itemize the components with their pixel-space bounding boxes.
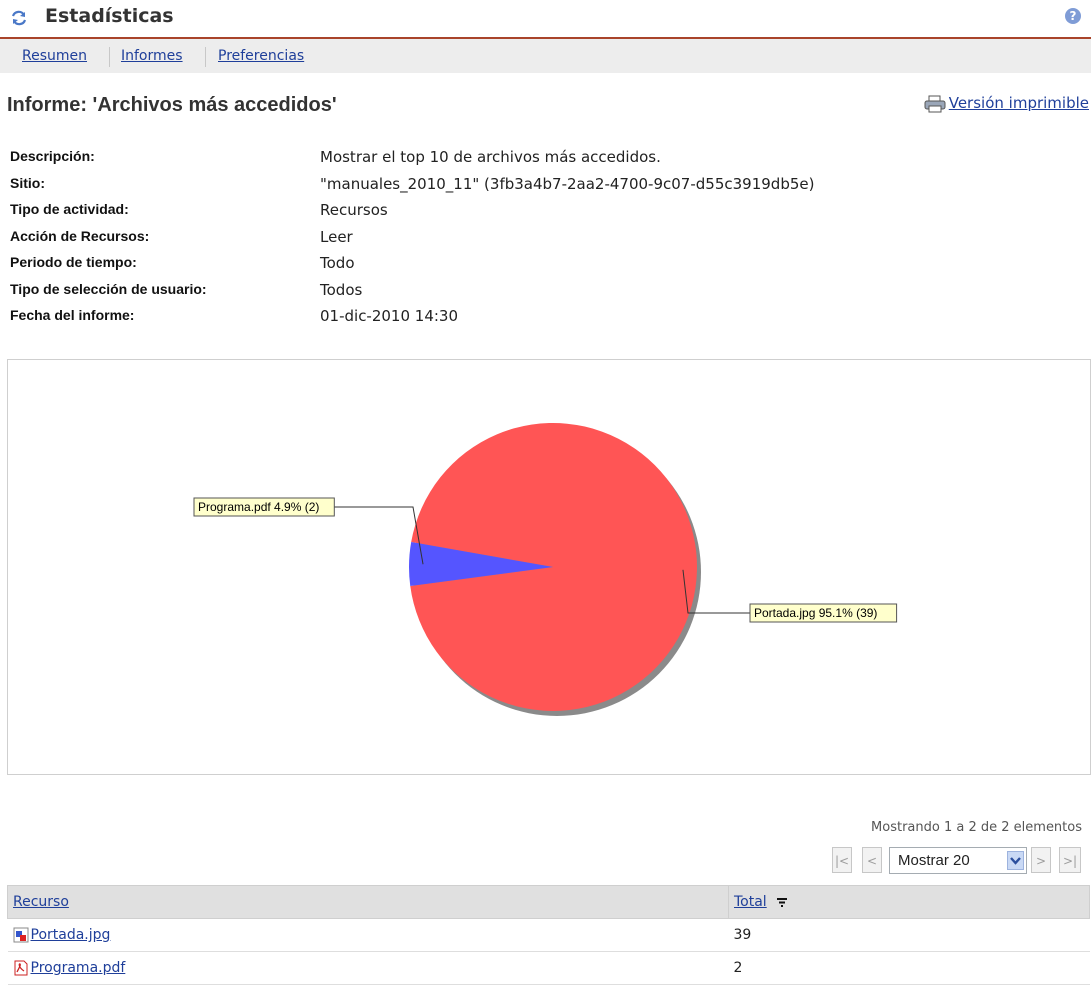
resource-link[interactable]: Portada.jpg <box>31 927 111 943</box>
sort-by-recurso-link[interactable]: Recurso <box>13 894 69 910</box>
detail-value: "manuales_2010_11" (3fb3a4b7-2aa2-4700-9… <box>320 174 815 193</box>
detail-label: Tipo de selección de usuario: <box>10 280 207 297</box>
resource-cell: Programa.pdf <box>7 951 729 985</box>
nav-divider <box>109 47 110 67</box>
page-title: Estadísticas <box>45 5 174 27</box>
detail-value: Leer <box>320 227 353 246</box>
pie-chart-panel: Portada.jpg 95.1% (39) Programa.pdf 4.9% … <box>7 359 1091 775</box>
resource-link[interactable]: Programa.pdf <box>31 960 126 976</box>
table-row: Portada.jpg 39 <box>7 918 1090 952</box>
print-version-link[interactable]: Versión imprimible <box>924 94 1089 113</box>
title-bar: Estadísticas ? <box>0 0 1091 39</box>
table-row: Programa.pdf 2 <box>7 951 1090 985</box>
total-cell: 39 <box>728 918 1090 952</box>
resource-cell: Portada.jpg <box>7 918 729 952</box>
tool-nav: Resumen Informes Preferencias <box>0 39 1091 73</box>
nav-divider <box>205 47 206 67</box>
detail-label: Acción de Recursos: <box>10 227 150 244</box>
last-page-button[interactable]: >| <box>1059 847 1081 873</box>
nav-informes[interactable]: Informes <box>121 48 183 64</box>
detail-row: Sitio: "manuales_2010_11" (3fb3a4b7-2aa2… <box>10 175 1090 202</box>
help-icon[interactable]: ? <box>1065 8 1081 24</box>
detail-row: Tipo de actividad: Recursos <box>10 201 1090 228</box>
resources-table: Recurso Total Portada.jpg 39 Programa.pd… <box>7 885 1090 985</box>
detail-label: Fecha del informe: <box>10 307 135 323</box>
first-page-button[interactable]: |< <box>832 847 852 873</box>
refresh-icon[interactable] <box>10 9 28 27</box>
sort-descending-icon <box>777 898 788 907</box>
total-cell: 2 <box>728 951 1090 985</box>
table-header-row: Recurso Total <box>7 885 1090 919</box>
column-header-recurso[interactable]: Recurso <box>7 885 729 919</box>
page-size-value: Mostrar 20 <box>898 852 970 869</box>
detail-label: Tipo de actividad: <box>10 201 129 217</box>
sort-by-total-link[interactable]: Total <box>734 894 767 910</box>
detail-value: Todo <box>320 254 355 272</box>
page-size-select[interactable]: Mostrar 20 <box>889 847 1027 874</box>
detail-value: Mostrar el top 10 de archivos más accedi… <box>320 148 661 166</box>
chevron-down-icon[interactable] <box>1007 851 1024 870</box>
next-page-button[interactable]: > <box>1031 847 1051 873</box>
nav-resumen[interactable]: Resumen <box>22 48 87 64</box>
detail-label: Descripción: <box>10 148 95 164</box>
pdf-file-icon <box>14 960 27 976</box>
detail-row: Descripción: Mostrar el top 10 de archiv… <box>10 148 1090 175</box>
slice-label: Programa.pdf 4.9% (2) <box>198 500 319 514</box>
printer-icon <box>924 95 946 112</box>
print-version-label[interactable]: Versión imprimible <box>949 94 1089 112</box>
report-details: Descripción: Mostrar el top 10 de archiv… <box>10 148 1090 334</box>
column-header-total[interactable]: Total <box>728 885 1090 919</box>
detail-value: Recursos <box>320 201 388 219</box>
detail-value: 01-dic-2010 14:30 <box>320 307 459 325</box>
detail-row: Fecha del informe: 01-dic-2010 14:30 <box>10 307 1090 334</box>
slice-label: Portada.jpg 95.1% (39) <box>754 606 877 620</box>
detail-label: Sitio: <box>10 174 45 191</box>
report-title: Informe: 'Archivos más accedidos' <box>7 94 337 116</box>
detail-row: Periodo de tiempo: Todo <box>10 254 1090 281</box>
detail-row: Tipo de selección de usuario: Todos <box>10 281 1090 308</box>
nav-preferencias[interactable]: Preferencias <box>218 48 304 64</box>
prev-page-button[interactable]: < <box>862 847 882 873</box>
detail-value: Todos <box>320 280 363 299</box>
image-file-icon <box>13 927 28 943</box>
detail-row: Acción de Recursos: Leer <box>10 228 1090 255</box>
pie-chart: Portada.jpg 95.1% (39) Programa.pdf 4.9% … <box>193 423 898 716</box>
detail-label: Periodo de tiempo: <box>10 254 137 270</box>
paging-status: Mostrando 1 a 2 de 2 elementos <box>871 820 1082 835</box>
